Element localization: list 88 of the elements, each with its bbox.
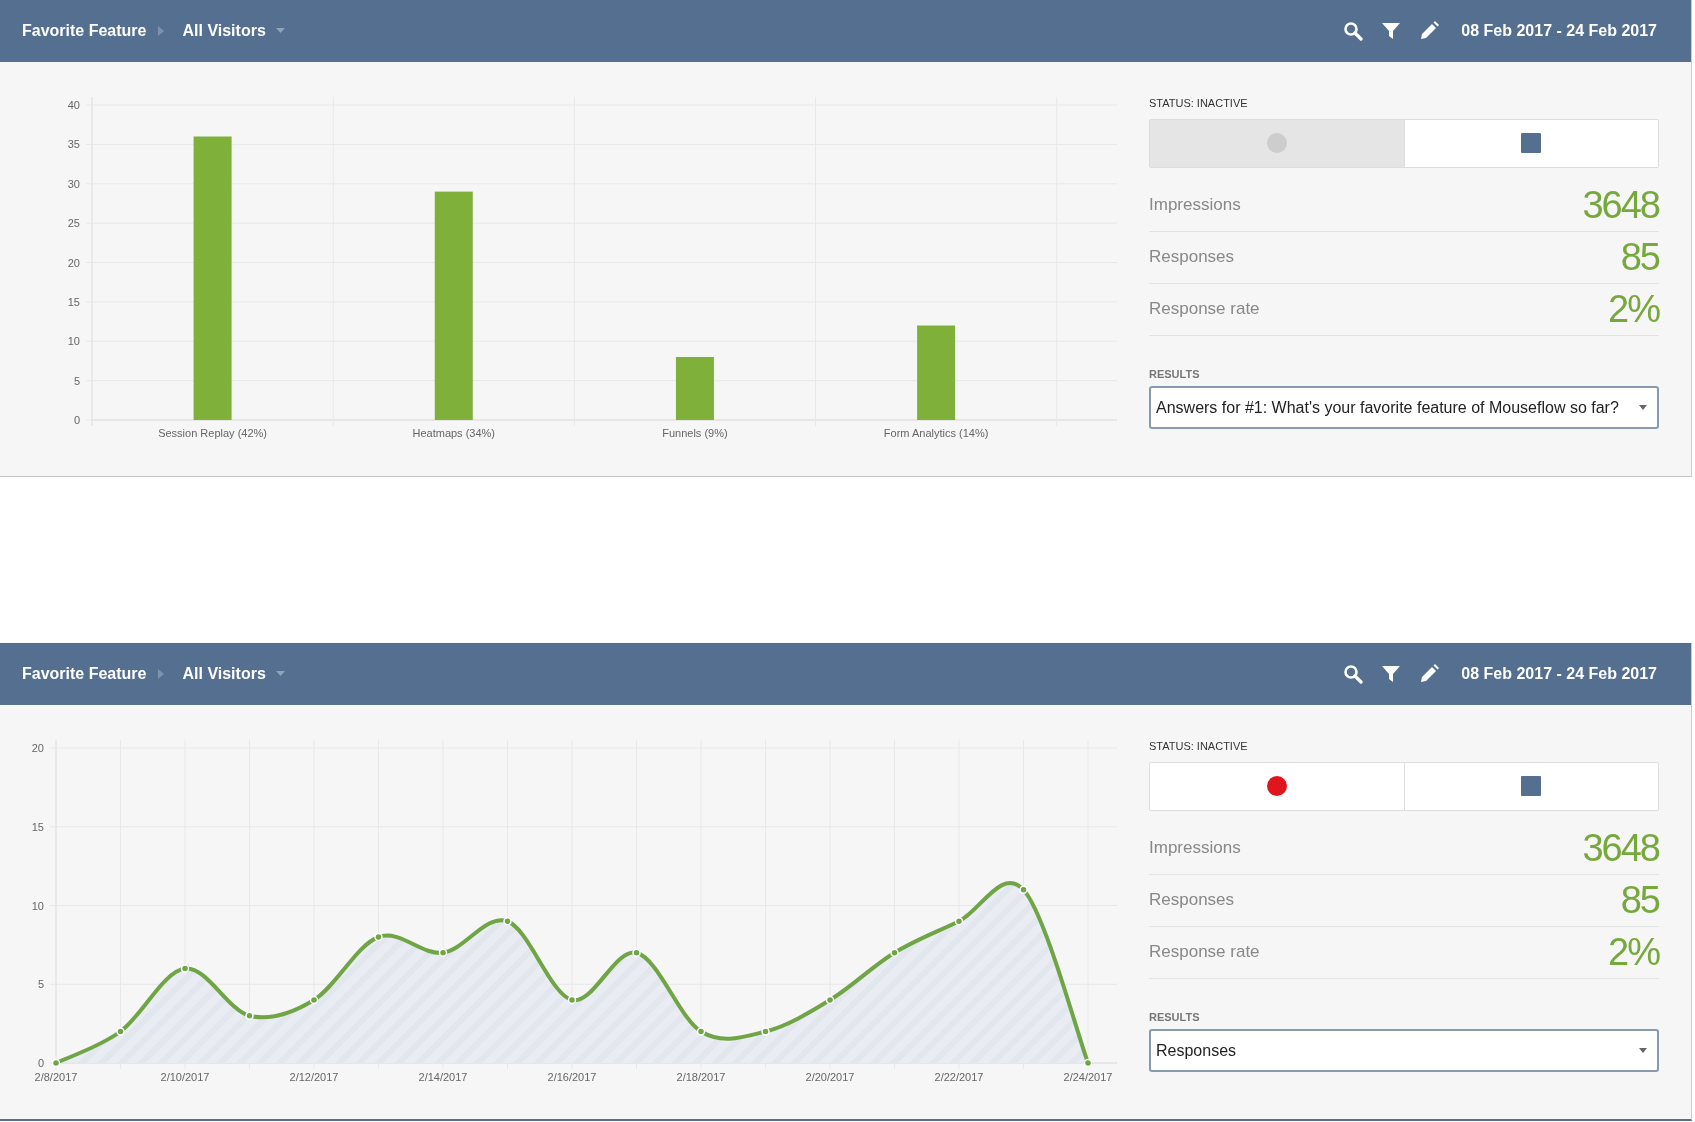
status-label: STATUS: INACTIVE xyxy=(1149,739,1249,754)
stat-value: 2% xyxy=(1608,933,1659,971)
axis-label: Funnels (9%) xyxy=(662,427,728,439)
results-dropdown[interactable]: Responses xyxy=(1149,1029,1659,1072)
axis-label: 20 xyxy=(31,742,44,754)
axis-label: 2/24/2017 xyxy=(1063,1071,1113,1083)
filter-icon[interactable] xyxy=(1381,664,1402,684)
page-title: Favorite Feature xyxy=(22,664,147,684)
data-point xyxy=(1019,885,1028,894)
stat-label: Impressions xyxy=(1149,837,1241,860)
axis-label: 2/14/2017 xyxy=(418,1071,468,1083)
stat-value: 3648 xyxy=(1582,186,1659,224)
axis-label: 0 xyxy=(37,1057,44,1069)
segment-dropdown[interactable]: All Visitors xyxy=(182,19,285,43)
axis-label: 10 xyxy=(67,335,80,348)
segment-dropdown[interactable]: All Visitors xyxy=(182,662,285,686)
data-point xyxy=(503,917,512,926)
caret-icon xyxy=(275,28,285,34)
search-icon[interactable] xyxy=(1343,664,1364,684)
data-point xyxy=(116,1027,125,1036)
axis-label: 40 xyxy=(67,99,80,111)
axis-label: 5 xyxy=(73,374,80,387)
data-point xyxy=(1083,1058,1093,1068)
stat-label: Response rate xyxy=(1149,941,1260,964)
stop-button[interactable] xyxy=(1404,762,1658,810)
axis-label: 5 xyxy=(37,978,44,991)
caret-icon xyxy=(275,671,285,677)
axis-label: 20 xyxy=(67,256,80,269)
bar xyxy=(675,357,714,420)
axis-label: 2/20/2017 xyxy=(805,1071,855,1083)
chevron-icon xyxy=(158,26,165,36)
filter-icon[interactable] xyxy=(1381,21,1402,41)
data-point xyxy=(374,932,383,942)
stat-value: 85 xyxy=(1620,881,1659,919)
stat-value: 85 xyxy=(1620,238,1659,276)
results-dropdown[interactable]: Answers for #1: What's your favorite feature of Mouseflow so far? xyxy=(1149,386,1659,429)
record-button[interactable] xyxy=(1150,762,1405,810)
axis-label: 2/16/2017 xyxy=(547,1071,597,1083)
record-icon xyxy=(1266,776,1287,796)
axis-label: 30 xyxy=(67,177,80,190)
stat-label: Response rate xyxy=(1149,298,1260,321)
results-label: RESULTS xyxy=(1149,1009,1201,1025)
axis-label: Session Replay (42%) xyxy=(158,427,267,439)
stop-icon xyxy=(1521,133,1542,153)
caret-icon xyxy=(1639,1048,1647,1053)
status-label: STATUS: INACTIVE xyxy=(1149,96,1249,111)
data-point xyxy=(51,1058,61,1068)
stop-icon xyxy=(1521,776,1542,796)
axis-label: 2/18/2017 xyxy=(676,1071,726,1083)
date-range-button[interactable]: 08 Feb 2017 - 24 Feb 2017 xyxy=(1461,19,1657,43)
data-point xyxy=(890,948,899,957)
axis-label: 15 xyxy=(31,820,44,833)
data-point xyxy=(954,917,964,926)
stat-value: 3648 xyxy=(1582,829,1659,867)
axis-label: 35 xyxy=(67,138,80,151)
data-point xyxy=(567,995,577,1005)
axis-label: 25 xyxy=(67,217,80,230)
page-title: Favorite Feature xyxy=(22,21,147,41)
axis-label: 2/8/2017 xyxy=(34,1071,78,1083)
data-point xyxy=(309,995,319,1005)
axis-label: 2/22/2017 xyxy=(934,1071,984,1083)
data-point xyxy=(696,1027,706,1036)
axis-label: Form Analytics (14%) xyxy=(883,427,989,439)
axis-label: 2/10/2017 xyxy=(160,1071,210,1083)
data-point xyxy=(825,995,835,1005)
axis-label: 0 xyxy=(73,414,80,426)
stat-value: 2% xyxy=(1608,290,1659,328)
search-icon[interactable] xyxy=(1343,21,1364,41)
data-point xyxy=(438,948,448,957)
stop-button[interactable] xyxy=(1404,119,1658,167)
stat-label: Responses xyxy=(1149,246,1235,269)
caret-icon xyxy=(1639,405,1647,410)
stat-label: Responses xyxy=(1149,889,1235,912)
axis-label: 10 xyxy=(31,899,44,912)
date-range-button[interactable]: 08 Feb 2017 - 24 Feb 2017 xyxy=(1461,662,1657,686)
chevron-icon xyxy=(158,669,165,679)
data-point xyxy=(761,1027,770,1036)
data-point xyxy=(632,948,641,957)
axis-label: Heatmaps (34%) xyxy=(412,427,496,439)
axis-label: 2/12/2017 xyxy=(289,1071,339,1083)
data-point xyxy=(180,964,190,973)
axis-label: 15 xyxy=(67,295,80,308)
pencil-icon[interactable] xyxy=(1419,664,1440,684)
stat-label: Impressions xyxy=(1149,194,1241,217)
pencil-icon[interactable] xyxy=(1419,21,1440,41)
results-label: RESULTS xyxy=(1149,366,1201,382)
record-icon xyxy=(1266,133,1287,153)
data-point xyxy=(245,1011,254,1020)
